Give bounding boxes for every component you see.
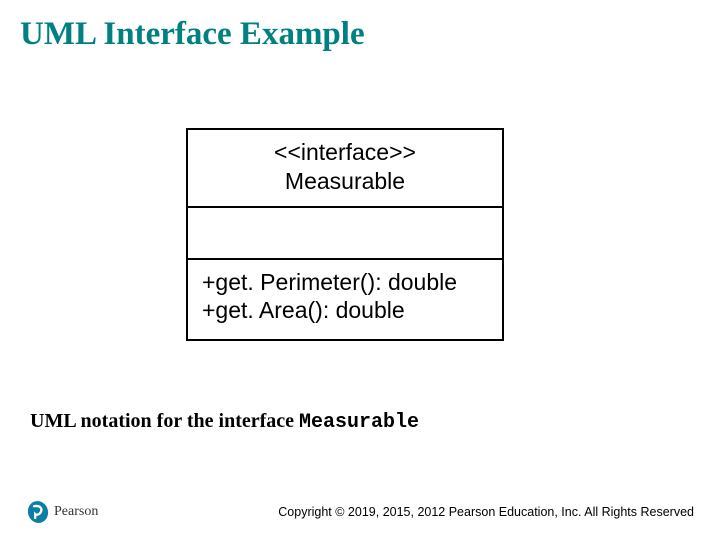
uml-method: +get. Area(): double <box>202 296 488 325</box>
brand-name: Pearson <box>54 504 98 520</box>
uml-stereotype: <<interface>> <box>202 138 488 167</box>
copyright-text: Copyright © 2019, 2015, 2012 Pearson Edu… <box>278 505 694 519</box>
uml-name-compartment: <<interface>> Measurable <box>188 130 502 208</box>
uml-class-name: Measurable <box>202 167 488 196</box>
caption-code: Measurable <box>299 411 419 434</box>
caption-text: UML notation for the interface <box>30 410 299 432</box>
slide-title: UML Interface Example <box>0 0 720 53</box>
uml-methods-compartment: +get. Perimeter(): double +get. Area(): … <box>188 260 502 340</box>
figure-caption: UML notation for the interface Measurabl… <box>30 410 419 434</box>
uml-interface-box: <<interface>> Measurable +get. Perimeter… <box>186 128 504 341</box>
uml-method: +get. Perimeter(): double <box>202 268 488 297</box>
slide-footer: Pearson Copyright © 2019, 2015, 2012 Pea… <box>0 500 720 524</box>
uml-attributes-compartment <box>188 208 502 260</box>
pearson-logo-icon <box>26 500 50 524</box>
